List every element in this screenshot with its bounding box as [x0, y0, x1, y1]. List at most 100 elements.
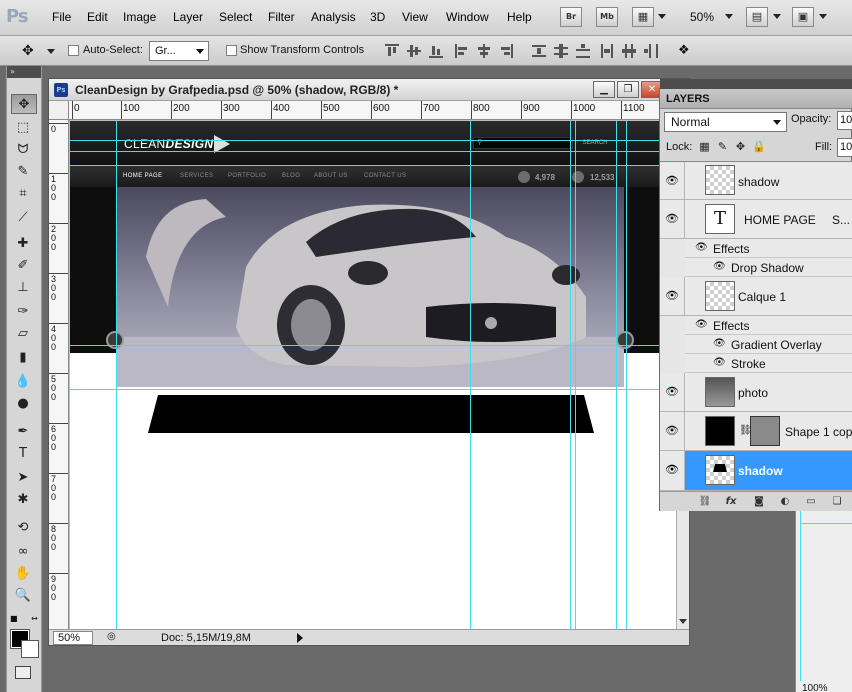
menu-help[interactable]: Help [507, 10, 532, 24]
crop-tool-icon[interactable]: ⌗ [13, 184, 33, 204]
custom-shape-tool-icon[interactable]: ✱ [13, 490, 33, 510]
lock-position-icon[interactable]: ✥ [734, 140, 747, 153]
blend-mode-dropdown[interactable]: Normal [664, 112, 787, 132]
opacity-input[interactable]: 100% [837, 111, 852, 130]
menu-layer[interactable]: Layer [173, 10, 203, 24]
eye-icon[interactable]: 👁 [713, 261, 726, 272]
align-hcenter-icon[interactable] [477, 44, 491, 58]
view-extras-caret-icon[interactable] [658, 14, 666, 19]
align-top-icon[interactable] [385, 44, 399, 58]
menu-3d[interactable]: 3D [370, 10, 385, 24]
effect-row[interactable]: 👁 Drop Shadow [685, 258, 852, 277]
tools-panel-grip-icon[interactable]: » [7, 66, 41, 78]
scroll-down-icon[interactable] [679, 619, 687, 624]
eraser-tool-icon[interactable]: ▱ [13, 324, 33, 344]
layers-panel-grip[interactable] [660, 79, 852, 89]
guide-line[interactable] [470, 121, 471, 629]
zoom-level-select[interactable]: 50% [690, 10, 714, 24]
align-vcenter-icon[interactable] [407, 44, 421, 58]
visibility-toggle[interactable]: 👁 [660, 277, 685, 315]
align-right-icon[interactable] [499, 44, 513, 58]
view-extras-icon[interactable]: ▦ [632, 7, 654, 27]
guide-line[interactable] [570, 121, 571, 629]
brush-tool-icon[interactable]: ✐ [13, 256, 33, 276]
distribute-left-icon[interactable] [600, 44, 614, 58]
layers-tab[interactable]: LAYERS [660, 89, 852, 109]
3d-rotate-tool-icon[interactable]: ⟲ [13, 518, 33, 538]
guide-line[interactable] [70, 165, 676, 166]
lock-all-icon[interactable]: 🔒 [752, 140, 766, 153]
new-group-icon[interactable]: ▭ [804, 495, 818, 509]
quick-selection-tool-icon[interactable]: ✎ [13, 162, 33, 182]
effects-row[interactable]: 👁 Effects [685, 239, 852, 258]
guide-line[interactable] [626, 121, 627, 629]
menu-image[interactable]: Image [123, 10, 156, 24]
layer-row[interactable]: 👁 T HOME PAGE S... [660, 200, 852, 239]
link-layers-icon[interactable]: ⛓ [698, 495, 712, 509]
guide-line[interactable] [70, 140, 676, 141]
effect-row[interactable]: 👁 Gradient Overlay [685, 335, 852, 354]
layer-row[interactable]: 👁 photo [660, 373, 852, 412]
distribute-hcenter-icon[interactable] [622, 44, 636, 58]
menu-edit[interactable]: Edit [87, 10, 108, 24]
visibility-toggle[interactable]: 👁 [660, 412, 685, 450]
move-tool-icon[interactable]: ✥ [22, 43, 34, 59]
3d-orbit-tool-icon[interactable]: ∞ [13, 542, 33, 562]
distribute-right-icon[interactable] [644, 44, 658, 58]
type-tool-icon[interactable]: T [13, 444, 33, 464]
blur-tool-icon[interactable]: 💧 [13, 372, 33, 392]
adjustment-layer-icon[interactable]: ◐ [778, 495, 792, 509]
eye-icon[interactable]: 👁 [713, 357, 726, 368]
menu-window[interactable]: Window [446, 10, 489, 24]
lock-image-icon[interactable]: ✎ [716, 140, 729, 153]
path-selection-tool-icon[interactable]: ➤ [13, 468, 33, 488]
zoom-caret-icon[interactable] [725, 14, 733, 19]
status-menu-arrow-icon[interactable] [297, 633, 303, 643]
zoom-tool-icon[interactable]: 🔍 [13, 586, 33, 606]
auto-select-checkbox[interactable] [68, 45, 79, 56]
guide-line[interactable] [70, 151, 676, 152]
screen-mode-caret-icon[interactable] [819, 14, 827, 19]
history-brush-tool-icon[interactable]: ✑ [13, 302, 33, 322]
visibility-toggle[interactable]: 👁 [660, 162, 685, 199]
new-layer-icon[interactable]: ❏ [830, 495, 844, 509]
eyedropper-tool-icon[interactable]: ⟋ [13, 208, 33, 228]
eye-icon[interactable]: 👁 [695, 242, 708, 253]
auto-select-dropdown[interactable]: Gr... [149, 41, 209, 61]
guide-line[interactable] [616, 121, 617, 629]
status-info-icon[interactable]: ◎ [107, 631, 116, 642]
guide-line[interactable] [70, 389, 676, 390]
gradient-tool-icon[interactable]: ▮ [13, 348, 33, 368]
quick-mask-icon[interactable] [15, 666, 31, 679]
layer-row-selected[interactable]: 👁 shadow [660, 451, 852, 491]
add-mask-icon[interactable]: ◙ [752, 495, 766, 509]
vertical-ruler[interactable]: 0 100 200 300 400 500 600 700 800 900 [49, 120, 69, 630]
restore-icon[interactable]: ❐ [617, 81, 639, 98]
menu-file[interactable]: File [52, 10, 71, 24]
dodge-tool-icon[interactable]: ● [13, 394, 33, 414]
minibridge-button[interactable]: Mb [596, 7, 618, 27]
distribute-bottom-icon[interactable] [576, 44, 590, 58]
guide-line[interactable] [70, 345, 676, 346]
hand-tool-icon[interactable]: ✋ [13, 564, 33, 584]
status-zoom-field[interactable]: 50% [53, 631, 93, 645]
bridge-button[interactable]: Br [560, 7, 582, 27]
arrange-documents-icon[interactable]: ▤ [746, 7, 768, 27]
horizontal-ruler[interactable]: 0 100 200 300 400 500 600 700 800 900 10… [69, 101, 689, 120]
clone-stamp-tool-icon[interactable]: ⊥ [13, 278, 33, 298]
default-colors-icon[interactable]: ■ [10, 614, 18, 623]
auto-align-layers-icon[interactable]: ❖ [678, 44, 692, 58]
background-document-window[interactable]: 100% [795, 511, 852, 692]
pen-tool-icon[interactable]: ✒ [13, 422, 33, 442]
eye-icon[interactable]: 👁 [713, 338, 726, 349]
visibility-toggle[interactable]: 👁 [660, 373, 685, 411]
move-tool-icon[interactable]: ✥ [11, 94, 37, 114]
healing-brush-tool-icon[interactable]: ✚ [13, 234, 33, 254]
marquee-tool-icon[interactable]: ⬚ [13, 118, 33, 138]
ruler-origin[interactable] [49, 101, 69, 120]
background-color-swatch[interactable] [21, 640, 39, 658]
fx-icon[interactable]: fx [724, 495, 738, 509]
screen-mode-icon[interactable]: ▣ [792, 7, 814, 27]
distribute-vcenter-icon[interactable] [554, 44, 568, 58]
layer-row[interactable]: 👁 shadow [660, 162, 852, 200]
